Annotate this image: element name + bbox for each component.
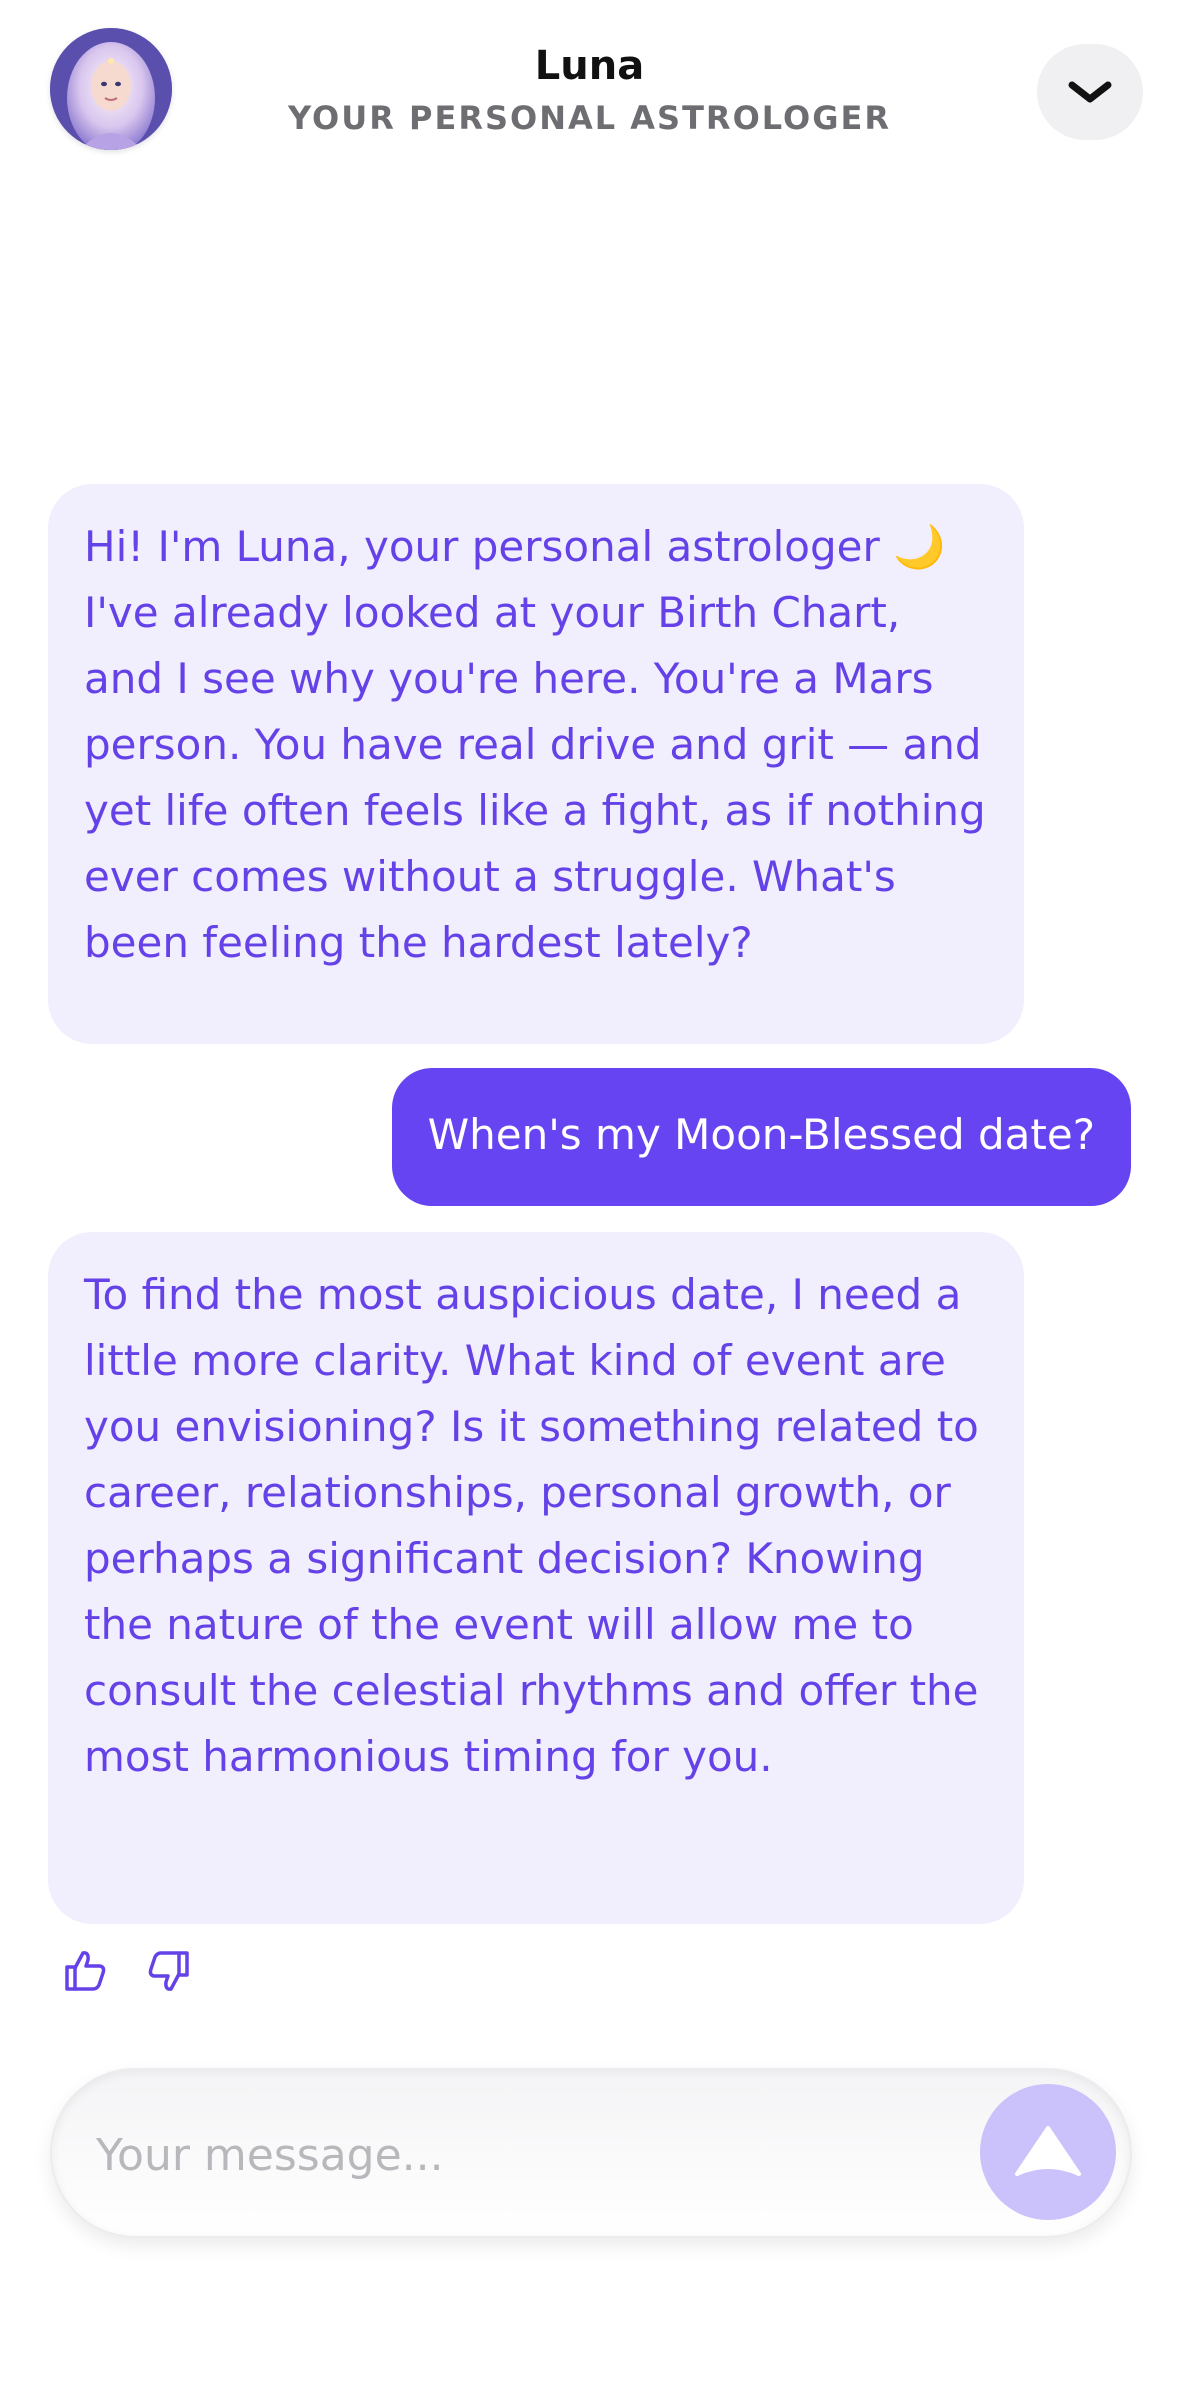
assistant-message: Hi! I'm Luna, your personal astrologer 🌙…	[48, 484, 1024, 1044]
thumbs-up-icon	[65, 1951, 106, 1991]
message-input[interactable]	[96, 2110, 976, 2200]
send-button[interactable]	[980, 2084, 1116, 2220]
chat-header: Luna YOUR PERSONAL ASTROLOGER	[0, 0, 1179, 180]
chevron-down-icon	[1068, 81, 1112, 103]
chat-title-block: Luna YOUR PERSONAL ASTROLOGER	[0, 40, 1179, 138]
thumbs-down-button[interactable]	[142, 1944, 196, 1998]
message-feedback	[58, 1944, 196, 1998]
thumbs-down-icon	[148, 1951, 189, 1991]
user-message: When's my Moon-Blessed date?	[391, 1068, 1131, 1206]
assistant-name: Luna	[534, 43, 645, 89]
thumbs-up-button[interactable]	[58, 1944, 112, 1998]
send-arrow-icon	[1015, 2126, 1081, 2176]
collapse-chat-button[interactable]	[1037, 44, 1143, 140]
chat-screen: Luna YOUR PERSONAL ASTROLOGER Hi! I'm Lu…	[0, 0, 1179, 2396]
assistant-subtitle: YOUR PERSONAL ASTROLOGER	[288, 99, 891, 137]
assistant-message: To find the most auspicious date, I need…	[48, 1232, 1024, 1924]
message-composer	[50, 2068, 1132, 2238]
